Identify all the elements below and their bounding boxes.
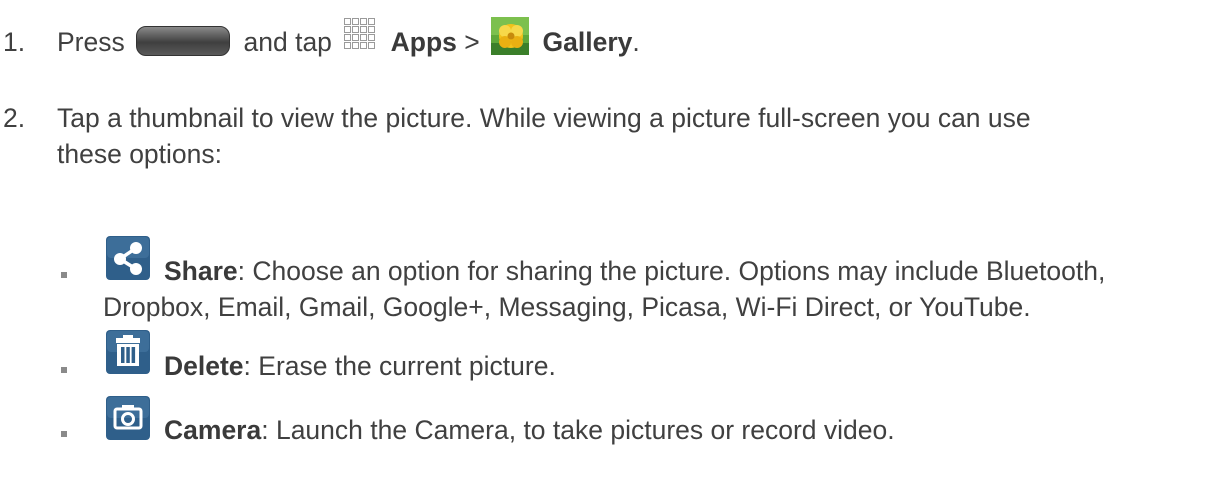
share-icon xyxy=(106,236,150,280)
delete-icon xyxy=(106,330,150,374)
bullet-marker xyxy=(61,272,67,278)
camera-title: Camera xyxy=(164,415,262,445)
delete-description: Delete: Erase the current picture. xyxy=(164,348,556,384)
camera-icon xyxy=(106,396,150,440)
share-title: Share xyxy=(164,256,238,286)
camera-description: Camera: Launch the Camera, to take pictu… xyxy=(164,412,895,448)
share-description: Share: Choose an option for sharing the … xyxy=(164,253,1105,289)
delete-desc-line-1: : Erase the current picture. xyxy=(243,351,556,381)
camera-desc-line-1: : Launch the Camera, to take pictures or… xyxy=(261,415,895,445)
share-desc-line-2: Dropbox, Email, Gmail, Google+, Messagin… xyxy=(103,292,1031,322)
bullet-marker xyxy=(61,367,67,373)
bullet-marker xyxy=(61,431,67,437)
delete-title: Delete xyxy=(164,351,244,381)
options-list: Share: Choose an option for sharing the … xyxy=(0,0,1217,477)
share-desc-line-1: : Choose an option for sharing the pictu… xyxy=(237,256,1106,286)
